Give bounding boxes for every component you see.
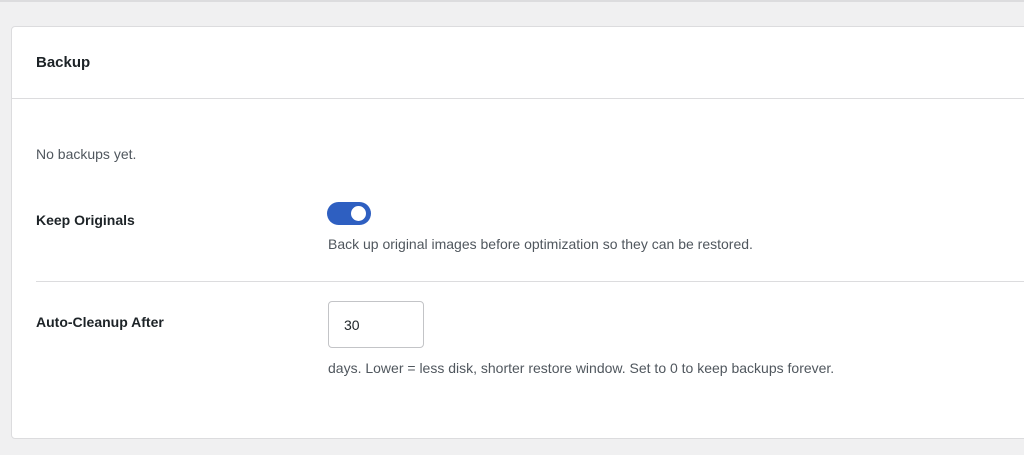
toggle-knob [351,206,366,221]
keep-originals-label: Keep Originals [36,212,135,228]
row-divider [36,281,1024,282]
keep-originals-help: Back up original images before optimizat… [328,236,753,252]
auto-cleanup-days-input[interactable] [328,301,424,348]
keep-originals-toggle[interactable] [327,202,371,225]
top-divider [0,0,1024,2]
no-backups-message: No backups yet. [36,146,137,162]
backup-panel: Backup No backups yet. Keep Originals Ba… [11,26,1024,439]
auto-cleanup-help: days. Lower = less disk, shorter restore… [328,360,835,376]
panel-header: Backup [12,27,1024,99]
auto-cleanup-label: Auto-Cleanup After [36,314,164,330]
panel-title: Backup [36,54,91,71]
